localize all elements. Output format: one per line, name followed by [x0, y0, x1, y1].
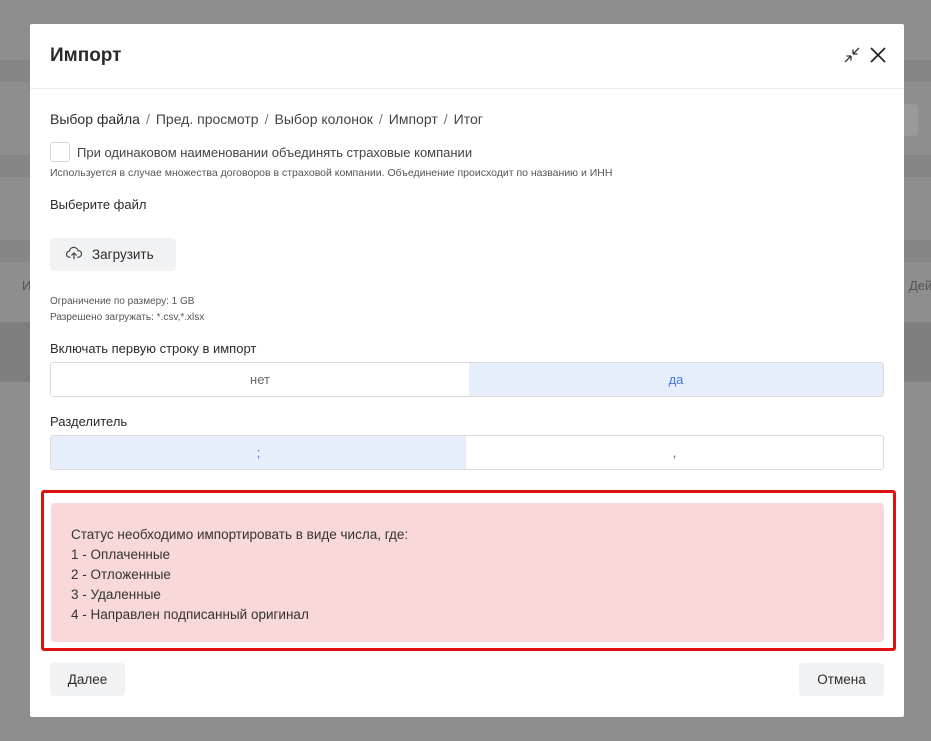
upload-button[interactable]: Загрузить: [50, 238, 176, 271]
status-info-alert: Статус необходимо импортировать в виде ч…: [51, 503, 884, 642]
breadcrumb-item-columns[interactable]: Выбор колонок: [274, 111, 372, 127]
cancel-button[interactable]: Отмена: [799, 663, 884, 696]
next-button[interactable]: Далее: [50, 663, 125, 696]
alert-line: 1 - Оплаченные: [71, 547, 171, 562]
first-row-option-yes[interactable]: да: [469, 363, 883, 396]
alert-line: 4 - Направлен подписанный оригинал: [71, 607, 309, 622]
separator-label: Разделитель: [50, 414, 128, 429]
breadcrumb-item-result[interactable]: Итог: [454, 111, 483, 127]
first-row-option-no[interactable]: нет: [51, 363, 469, 396]
breadcrumb-item-file-select[interactable]: Выбор файла: [50, 111, 140, 127]
background-column-header: Дей: [909, 278, 931, 293]
alert-line: 3 - Удаленные: [71, 587, 161, 602]
allowed-types-note: Разрешено загружать: *.csv,*.xlsx: [50, 312, 205, 323]
size-limit-note: Ограничение по размеру: 1 GB: [50, 296, 195, 307]
modal-title: Импорт: [50, 45, 122, 66]
merge-companies-checkbox[interactable]: [50, 142, 70, 162]
first-row-toggle: нет да: [50, 362, 884, 397]
breadcrumb-separator: /: [443, 111, 448, 127]
cloud-upload-icon: [65, 246, 83, 263]
upload-button-label: Загрузить: [92, 247, 154, 262]
import-modal: Импорт Выбор файла / Пред. просмотр / Вы…: [30, 24, 904, 717]
merge-companies-option: При одинаковом наименовании объединять с…: [50, 142, 472, 162]
merge-companies-hint: Используется в случае множества договоро…: [50, 167, 613, 179]
file-select-label: Выберите файл: [50, 197, 147, 212]
collapse-arrows-icon[interactable]: [843, 46, 861, 64]
breadcrumb-separator: /: [145, 111, 150, 127]
breadcrumb-item-import[interactable]: Импорт: [389, 111, 438, 127]
separator-option-semicolon[interactable]: ;: [51, 436, 466, 469]
breadcrumb-separator: /: [264, 111, 269, 127]
close-icon[interactable]: [869, 46, 887, 64]
modal-header: Импорт: [30, 24, 904, 89]
alert-line: Статус необходимо импортировать в виде ч…: [71, 527, 409, 542]
breadcrumb: Выбор файла / Пред. просмотр / Выбор кол…: [50, 111, 483, 127]
alert-line: 2 - Отложенные: [71, 567, 171, 582]
breadcrumb-separator: /: [378, 111, 383, 127]
separator-toggle: ; ,: [50, 435, 884, 470]
separator-option-comma[interactable]: ,: [466, 436, 883, 469]
first-row-label: Включать первую строку в импорт: [50, 341, 257, 356]
breadcrumb-item-preview[interactable]: Пред. просмотр: [156, 111, 259, 127]
merge-companies-label[interactable]: При одинаковом наименовании объединять с…: [77, 145, 472, 160]
